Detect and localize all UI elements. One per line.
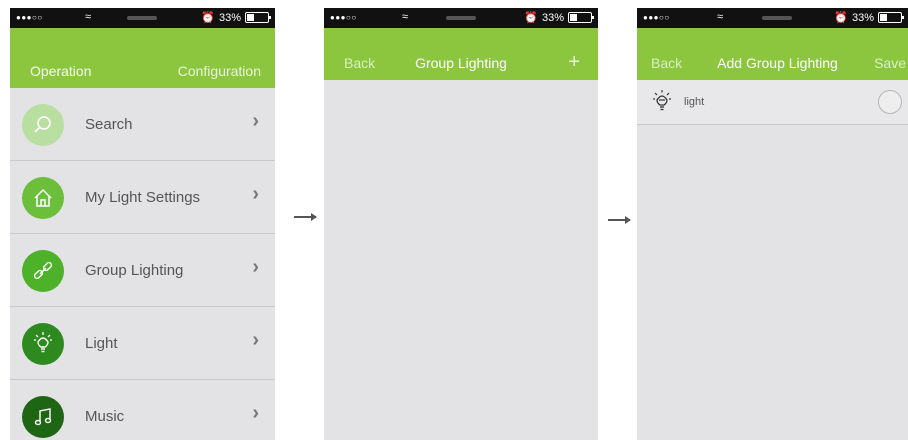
status-bar: ●●●○○ ≈ ⏰ 33% — [637, 8, 908, 28]
tab-configuration[interactable]: Configuration — [178, 63, 261, 79]
menu-item-label: Light — [85, 335, 118, 352]
search-icon — [22, 104, 64, 146]
add-button[interactable]: + — [568, 51, 580, 74]
battery-icon — [245, 12, 271, 23]
page-title: Add Group Lighting — [717, 55, 838, 71]
empty-content — [324, 80, 598, 440]
battery-percent: 33% — [218, 11, 241, 24]
music-icon — [22, 396, 64, 438]
battery-percent: 33% — [851, 11, 874, 24]
chevron-right-icon: › — [252, 183, 259, 205]
menu-item-light[interactable]: Light › — [10, 307, 275, 380]
menu-item-group-lighting[interactable]: Group Lighting › — [10, 234, 275, 307]
menu-item-label: My Light Settings — [85, 189, 201, 206]
tab-operation[interactable]: Operation — [30, 63, 91, 79]
menu-item-label: Search — [85, 116, 133, 133]
nav-bar: Back Group Lighting + — [324, 28, 598, 80]
chevron-right-icon: › — [252, 402, 259, 424]
chevron-right-icon: › — [252, 110, 259, 132]
signal-indicator: ●●●○○ — [330, 13, 357, 22]
wifi-icon: ≈ — [402, 11, 409, 23]
flow-arrow-icon — [608, 216, 631, 224]
screen-operation: ●●●○○ ≈ ⏰ 33% Operation Configuration Se… — [10, 8, 275, 440]
light-row[interactable]: light — [637, 80, 908, 125]
chevron-right-icon: › — [252, 256, 259, 278]
status-right: ⏰ 33% — [201, 11, 271, 24]
light-label: light — [684, 96, 705, 108]
battery-percent: 33% — [541, 11, 564, 24]
alarm-icon: ⏰ — [834, 12, 848, 24]
screen-group-lighting: ●●●○○ ≈ ⏰ 33% Back Group Lighting + — [324, 8, 598, 440]
chevron-right-icon: › — [252, 329, 259, 351]
menu-item-label: Music — [85, 408, 125, 425]
link-icon — [22, 250, 64, 292]
menu-item-search[interactable]: Search › — [10, 88, 275, 161]
wifi-icon: ≈ — [85, 11, 92, 23]
earpiece-icon — [127, 16, 157, 20]
page-title: Group Lighting — [415, 55, 507, 71]
battery-icon — [878, 12, 904, 23]
bulb-icon — [651, 90, 673, 119]
wifi-icon: ≈ — [717, 11, 724, 23]
nav-bar: Operation Configuration — [10, 28, 275, 88]
alarm-icon: ⏰ — [524, 12, 538, 24]
home-icon — [22, 177, 64, 219]
earpiece-icon — [446, 16, 476, 20]
flow-arrow-icon — [294, 213, 317, 221]
save-button[interactable]: Save — [874, 55, 906, 71]
menu-item-label: Group Lighting — [85, 262, 184, 279]
status-bar: ●●●○○ ≈ ⏰ 33% — [324, 8, 598, 28]
status-bar: ●●●○○ ≈ ⏰ 33% — [10, 8, 275, 28]
earpiece-icon — [762, 16, 792, 20]
battery-icon — [568, 12, 594, 23]
nav-bar: Back Add Group Lighting Save — [637, 28, 908, 80]
signal-indicator: ●●●○○ — [643, 13, 670, 22]
bulb-icon — [22, 323, 64, 365]
menu-item-my-light-settings[interactable]: My Light Settings › — [10, 161, 275, 234]
screen-add-group-lighting: ●●●○○ ≈ ⏰ 33% Back Add Group Lighting Sa… — [637, 8, 908, 440]
signal-indicator: ●●●○○ — [16, 13, 43, 22]
status-right: ⏰ 33% — [834, 11, 904, 24]
menu-item-music[interactable]: Music › — [10, 380, 275, 440]
alarm-icon: ⏰ — [201, 12, 215, 24]
select-radio[interactable] — [878, 90, 902, 114]
status-right: ⏰ 33% — [524, 11, 594, 24]
